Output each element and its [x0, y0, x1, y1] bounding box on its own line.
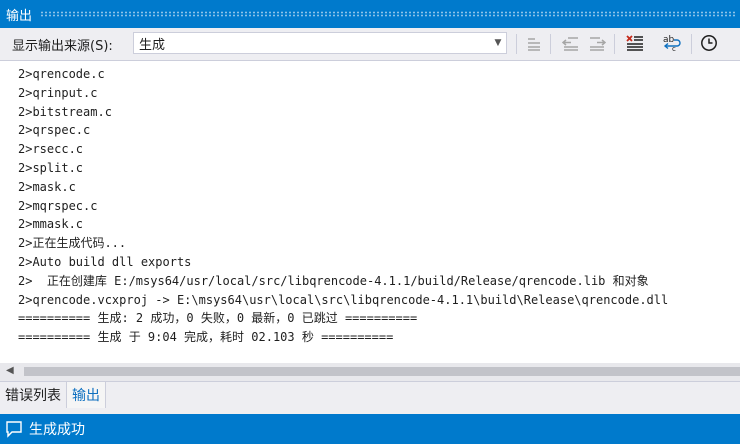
output-line: 2>qrencode.c	[18, 67, 105, 81]
output-line: 2>mqrspec.c	[18, 198, 98, 213]
toolbar-separator	[516, 34, 517, 54]
output-line: 2>rsecc.c	[18, 142, 84, 157]
output-source-select[interactable]: 生成 ▼	[133, 32, 507, 54]
toggle-timestamp-button[interactable]	[697, 31, 721, 55]
output-line: 2>mmask.c	[18, 217, 84, 232]
indent-left-icon	[562, 37, 578, 51]
scroll-left-arrow-icon[interactable]: ◀	[6, 365, 14, 376]
scroll-right-button[interactable]	[585, 31, 609, 55]
output-line: 2>qrspec.c	[18, 123, 91, 138]
output-line: ========== 生成: 2 成功，0 失败，0 最新，0 已跳过 ====…	[18, 311, 418, 326]
output-line: 2>Auto build dll exports	[18, 254, 192, 269]
svg-text:c: c	[672, 45, 676, 52]
output-line: ========== 生成 于 9:04 完成，耗时 02.103 秒 ====…	[18, 330, 394, 345]
scrollbar-thumb[interactable]	[24, 367, 740, 376]
source-label: 显示输出来源(S):	[12, 38, 113, 54]
output-source-value: 生成	[139, 37, 166, 53]
output-text[interactable]: 2>qrencode.c 2>qrinput.c 2>bitstream.c 2>qr…	[18, 65, 668, 347]
toolbar-separator	[550, 34, 551, 54]
window-title: 输出	[6, 8, 33, 24]
clock-icon	[701, 35, 717, 51]
output-toolbar: 显示输出来源(S): 生成 ▼ ab c	[0, 28, 740, 60]
indent-right-icon	[590, 37, 606, 51]
clipped-previous-line	[18, 61, 438, 63]
status-text: 生成成功	[29, 422, 85, 438]
output-line: 2>split.c	[18, 160, 84, 175]
go-to-previous-message-button[interactable]	[522, 31, 546, 55]
horizontal-scrollbar[interactable]: ◀	[0, 363, 740, 381]
panel-tabs: 错误列表 输出	[0, 381, 740, 410]
toggle-word-wrap-button[interactable]: ab c	[660, 31, 684, 55]
svg-text:ab: ab	[663, 35, 675, 45]
status-bar: 生成成功	[0, 414, 740, 444]
output-line: 2>qrencode.vcxproj -> E:\msys64\usr\loca…	[18, 292, 669, 307]
output-line: 2>正在生成代码...	[18, 236, 127, 251]
output-line: 2>mask.c	[18, 179, 76, 194]
chevron-down-icon: ▼	[494, 38, 502, 48]
output-window-titlebar[interactable]: 输出	[0, 0, 740, 28]
output-line: 2> 正在创建库 E:/msys64/usr/local/src/libqren…	[18, 273, 649, 288]
toolbar-separator	[691, 34, 692, 54]
clear-all-icon	[626, 35, 643, 51]
align-left-icon	[528, 38, 540, 51]
clear-all-button[interactable]	[623, 31, 647, 55]
word-wrap-icon: ab c	[663, 35, 681, 52]
titlebar-grip[interactable]	[40, 11, 736, 17]
scroll-left-button[interactable]	[559, 31, 583, 55]
toolbar-separator	[614, 34, 615, 54]
output-line: 2>bitstream.c	[18, 104, 112, 119]
tab-error-list[interactable]: 错误列表	[0, 382, 66, 408]
comment-icon[interactable]	[4, 419, 24, 439]
output-pane[interactable]: 2>qrencode.c 2>qrinput.c 2>bitstream.c 2>qr…	[0, 60, 740, 364]
output-line: 2>qrinput.c	[18, 85, 98, 100]
tab-output[interactable]: 输出	[66, 382, 106, 408]
